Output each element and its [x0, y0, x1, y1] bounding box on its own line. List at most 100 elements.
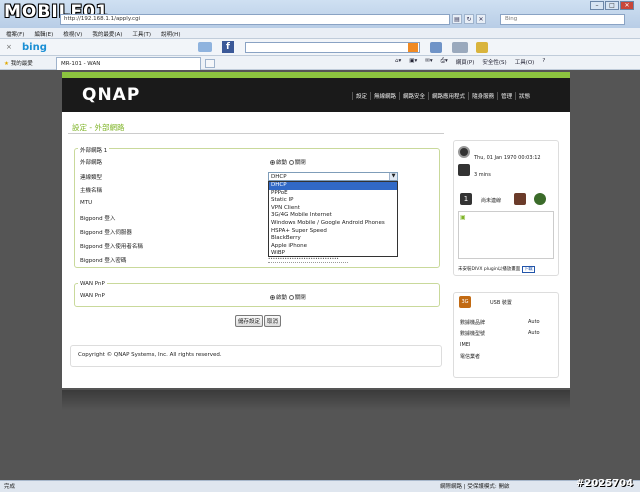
- menu-tools[interactable]: 工具(T): [132, 30, 151, 38]
- power-icon: [534, 193, 546, 205]
- label-bigpond-password: Bigpond 登入密碼: [80, 258, 127, 264]
- label-bigpond-login: Bigpond 登入: [80, 216, 116, 222]
- wan-off-radio[interactable]: 關閉: [288, 160, 306, 166]
- save-button[interactable]: 儲存設定: [235, 315, 264, 327]
- status-bar: [0, 480, 640, 492]
- close-toolbar-icon[interactable]: ×: [6, 43, 12, 51]
- mail-icon[interactable]: [198, 42, 212, 52]
- clock-icon: [458, 146, 470, 158]
- label-upnp: WAN PnP: [80, 293, 105, 299]
- modem-brand-label: 數據機品牌: [460, 320, 486, 326]
- usb-title: USB 裝置: [490, 300, 512, 306]
- label-bigpond-server: Bigpond 登入伺服器: [80, 230, 132, 236]
- upnp-on-radio[interactable]: 啟動: [270, 295, 287, 301]
- nav-status[interactable]: 狀態: [515, 92, 533, 100]
- plugin-notice: 未安裝DIVX plugin以播放畫面 下載: [458, 266, 535, 273]
- menu-view[interactable]: 檢視(V): [63, 30, 82, 38]
- uptime-icon: [458, 164, 470, 176]
- browser-search-box[interactable]: Bing: [500, 14, 625, 25]
- option-static-ip[interactable]: Static IP: [269, 197, 397, 205]
- wan-on-radio[interactable]: 啟動: [270, 160, 287, 166]
- menu-favorites[interactable]: 我的最愛(A): [92, 30, 122, 38]
- status-text: 完成: [4, 484, 16, 490]
- cmd-tools[interactable]: 工具(O): [515, 58, 535, 66]
- translate-icon[interactable]: [452, 42, 468, 53]
- option-dhcp[interactable]: DHCP: [269, 182, 397, 190]
- option-iphone[interactable]: Apple iPhone: [269, 243, 397, 251]
- settings-icon[interactable]: [476, 42, 488, 53]
- chevron-down-icon[interactable]: ▼: [389, 173, 397, 180]
- print-icon[interactable]: ⎙▾: [441, 58, 448, 66]
- new-tab-button[interactable]: [205, 59, 215, 68]
- like-icon[interactable]: [430, 42, 442, 53]
- option-3g-4g[interactable]: 3G/4G Mobile Internet: [269, 212, 397, 220]
- label-mtu: MTU: [80, 200, 93, 206]
- mail-cmd-icon[interactable]: ✉▾: [425, 58, 432, 66]
- home-icon[interactable]: ⌂▾: [395, 58, 401, 66]
- upnp-panel: [74, 283, 440, 307]
- video-preview: [458, 211, 554, 259]
- browser-tab[interactable]: MR-101 - WAN: [56, 57, 201, 70]
- carrier-label: 電信業者: [460, 354, 481, 360]
- window-controls: – □ ✕: [590, 1, 634, 10]
- nav-portable[interactable]: 隨身服務: [468, 92, 497, 100]
- close-window-button[interactable]: ✕: [620, 1, 634, 10]
- nav-settings[interactable]: 設定: [352, 92, 370, 100]
- signal-icon: [514, 193, 526, 205]
- option-windows-mobile[interactable]: Windows Mobile / Google Android Phones: [269, 220, 397, 228]
- post-id-watermark: #2025704: [576, 478, 634, 489]
- connection-type-dropdown: DHCP PPPoE Static IP VPN Client 3G/4G Mo…: [268, 181, 398, 257]
- copyright: Copyright © QNAP Systems, Inc. All right…: [78, 352, 222, 358]
- address-bar[interactable]: http://192.168.1.1/apply.cgi: [60, 14, 450, 25]
- bing-search-input[interactable]: [245, 42, 420, 53]
- image-placeholder-icon: ▣: [460, 214, 466, 221]
- help-icon[interactable]: ?: [542, 58, 545, 66]
- page-title: 設定 - 外部網路: [72, 123, 125, 132]
- cancel-button[interactable]: 取消: [264, 315, 282, 327]
- imei-label: IMEI: [460, 342, 471, 348]
- star-icon: ★: [4, 61, 9, 67]
- nav-security[interactable]: 網路安全: [399, 92, 428, 100]
- command-bar: ⌂▾ ▣▾ ✉▾ ⎙▾ 網頁(P) 安全性(S) 工具(O) ?: [395, 58, 545, 66]
- option-pppoe[interactable]: PPPoE: [269, 190, 397, 198]
- upnp-legend: WAN PnP: [78, 281, 107, 287]
- upnp-off-radio[interactable]: 關閉: [288, 295, 306, 301]
- minimize-button[interactable]: –: [590, 1, 604, 10]
- menu-bar: 檔案(F) 編輯(E) 檢視(V) 我的最愛(A) 工具(T) 說明(H): [0, 28, 640, 39]
- connection-type-select[interactable]: DHCP: [268, 172, 398, 181]
- refresh-icon[interactable]: ↻: [464, 14, 474, 24]
- bigpond-password-field[interactable]: ••••••••••••••••••••••••••••••: [268, 256, 348, 263]
- security-zone: 網際網路 | 受保護模式: 開啟: [440, 484, 510, 490]
- main-nav: 設定 無線網路 網路安全 網路應用程式 隨身服務 管理 狀態: [352, 92, 533, 100]
- wan-legend: 外部網路 1: [78, 146, 110, 154]
- menu-file[interactable]: 檔案(F): [6, 30, 24, 38]
- uptime: 3 mins: [474, 172, 491, 178]
- cmd-safety[interactable]: 安全性(S): [482, 58, 506, 66]
- modem-model-value: Auto: [528, 330, 540, 336]
- nav-admin[interactable]: 管理: [497, 92, 515, 100]
- facebook-icon[interactable]: f: [222, 41, 234, 53]
- nav-wireless[interactable]: 無線網路: [370, 92, 399, 100]
- option-blackberry[interactable]: BlackBerry: [269, 235, 397, 243]
- label-connection-type: 連線類型: [80, 175, 103, 181]
- option-vpn-client[interactable]: VPN Client: [269, 205, 397, 213]
- option-hspa[interactable]: HSPA+ Super Speed: [269, 228, 397, 236]
- connection-status: 尚未連線: [481, 198, 502, 204]
- download-plugin-link[interactable]: 下載: [521, 266, 535, 273]
- modem-model-label: 數據機型號: [460, 331, 486, 337]
- label-wan: 外部網路: [80, 160, 103, 166]
- cmd-page[interactable]: 網頁(P): [456, 58, 475, 66]
- label-hostname: 主機名稱: [80, 188, 103, 194]
- feeds-icon[interactable]: ▣▾: [409, 58, 417, 66]
- 3g-icon: 3G: [459, 296, 471, 308]
- upnp-radio: 啟動 關閉: [270, 293, 306, 301]
- compat-view-icon[interactable]: ▤: [452, 14, 462, 24]
- stop-icon[interactable]: ✕: [476, 14, 486, 24]
- address-bar-icons: ▤ ↻ ✕: [452, 14, 486, 25]
- nav-apps[interactable]: 網路應用程式: [428, 92, 468, 100]
- menu-help[interactable]: 說明(H): [161, 30, 180, 38]
- maximize-button[interactable]: □: [605, 1, 619, 10]
- bing-search-button[interactable]: [408, 43, 418, 52]
- favorites-label[interactable]: ★ 我的最愛: [4, 59, 33, 67]
- menu-edit[interactable]: 編輯(E): [34, 30, 53, 38]
